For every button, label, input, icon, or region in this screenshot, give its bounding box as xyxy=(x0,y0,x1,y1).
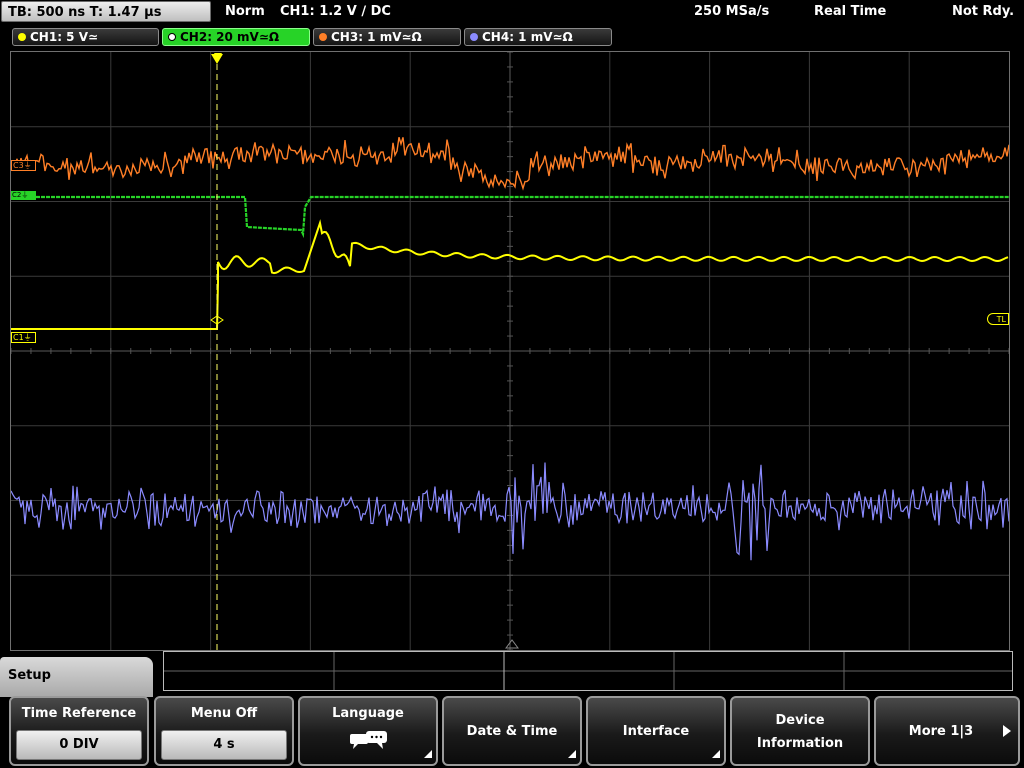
date-time-softkey[interactable]: Date & Time xyxy=(442,696,582,766)
channel-1-tab[interactable]: CH1: 5 V≃ xyxy=(12,28,159,46)
submenu-indicator-icon xyxy=(712,750,720,758)
horizontal-ruler xyxy=(163,651,1013,691)
more-label: More 1|3 xyxy=(908,724,974,739)
channel-4-tab[interactable]: CH4: 1 mV≃Ω xyxy=(464,28,612,46)
channel-4-label: CH4: 1 mV≃Ω xyxy=(482,30,573,44)
trigger-position-marker[interactable]: T xyxy=(212,52,224,64)
channel-3-tab[interactable]: CH3: 1 mV≃Ω xyxy=(313,28,461,46)
more-softkey[interactable]: More 1|3 xyxy=(874,696,1020,766)
waveform-display[interactable]: C3⏚ C2⏚ C1⏚ TL T xyxy=(10,51,1010,651)
channel-2-tab[interactable]: CH2: 20 mV≃Ω xyxy=(162,28,310,46)
waveform-canvas xyxy=(11,52,1009,650)
sample-rate: 250 MSa/s xyxy=(694,4,770,19)
time-reference-softkey[interactable]: Time Reference 0 DIV xyxy=(9,696,149,766)
channel-1-label: CH1: 5 V≃ xyxy=(30,30,99,44)
device-information-label-line1: Device xyxy=(775,713,825,728)
channel-2-label: CH2: 20 mV≃Ω xyxy=(180,30,280,44)
timebase-readout[interactable]: TB: 500 ns T: 1.47 µs xyxy=(1,1,211,22)
ch3-ground-marker[interactable]: C3⏚ xyxy=(11,160,36,171)
ch1-ground-marker[interactable]: C1⏚ xyxy=(11,332,36,343)
status-bar: TB: 500 ns T: 1.47 µs Norm CH1: 1.2 V ∕ … xyxy=(0,0,1024,25)
trigger-level-marker[interactable]: TL xyxy=(987,313,1009,325)
arrow-right-icon xyxy=(1003,725,1011,737)
device-information-softkey[interactable]: Device Information xyxy=(730,696,870,766)
submenu-indicator-icon xyxy=(568,750,576,758)
time-reference-label: Time Reference xyxy=(21,706,137,721)
trigger-info[interactable]: CH1: 1.2 V ∕ DC xyxy=(280,3,391,21)
acquisition-status: Not Rdy. xyxy=(952,4,1015,19)
device-information-label-line2: Information xyxy=(756,736,844,751)
menu-off-value: 4 s xyxy=(161,730,287,760)
menu-title: Setup xyxy=(0,657,153,697)
time-reference-value: 0 DIV xyxy=(16,730,142,760)
menu-off-softkey[interactable]: Menu Off 4 s xyxy=(154,696,294,766)
trigger-mode: Norm xyxy=(225,4,265,19)
language-softkey[interactable]: Language xyxy=(298,696,438,766)
ch2-ground-marker[interactable]: C2⏚ xyxy=(11,191,36,200)
menu-off-label: Menu Off xyxy=(190,706,258,721)
interface-softkey[interactable]: Interface xyxy=(586,696,726,766)
language-label: Language xyxy=(332,706,404,721)
channel-4-dot-icon xyxy=(470,33,478,41)
submenu-indicator-icon xyxy=(424,750,432,758)
date-time-label: Date & Time xyxy=(466,724,558,739)
interface-label: Interface xyxy=(622,724,690,739)
speech-bubble-icon xyxy=(350,731,387,749)
channel-3-label: CH3: 1 mV≃Ω xyxy=(331,30,422,44)
acquisition-mode: Real Time xyxy=(814,4,887,19)
channel-1-dot-icon xyxy=(18,33,26,41)
channel-2-dot-icon xyxy=(168,33,176,41)
graticule-grid xyxy=(11,52,1009,650)
channel-3-dot-icon xyxy=(319,33,327,41)
